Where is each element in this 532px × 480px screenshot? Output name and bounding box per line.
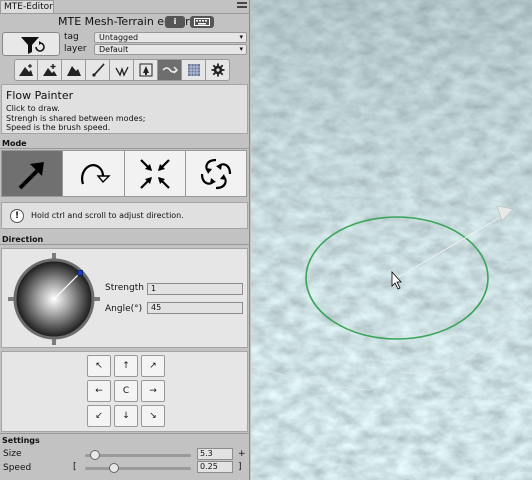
arrow-right-button[interactable]: → [141, 380, 165, 402]
strength-input[interactable]: 1 [147, 283, 243, 295]
direction-pad-box: ↖ ↑ ↗ ← C → ↙ ↓ ↘ [1, 351, 248, 432]
unity-editor-window: MTE-Editor MTE Mesh-Terrain editor i tag… [0, 0, 532, 480]
window-menu-icon[interactable] [237, 2, 247, 14]
converge-arrows-icon [139, 158, 170, 189]
hint-box: ! Hold ctrl and scroll to adjust directi… [1, 202, 248, 229]
arrow-up-button[interactable]: ↑ [114, 355, 138, 377]
size-increase-button[interactable]: + [238, 449, 246, 459]
grid-icon [187, 64, 200, 76]
section-divider [0, 148, 250, 149]
mte-editor-panel: MTE-Editor MTE Mesh-Terrain editor i tag… [0, 0, 250, 480]
tool-raise-terrain[interactable] [14, 59, 38, 81]
tool-grid[interactable] [182, 59, 206, 81]
window-tab[interactable]: MTE-Editor [0, 0, 54, 14]
mode-converge[interactable] [124, 150, 186, 197]
settings-gear-icon [211, 63, 224, 77]
tag-label: tag [64, 32, 79, 42]
tool-title: Flow Painter [6, 89, 74, 102]
angle-input[interactable]: 45 [147, 302, 243, 314]
direction-box: Strength 1 Angle(°) 45 [1, 248, 248, 348]
angle-label: Angle(°) [105, 304, 143, 314]
mode-vortex[interactable] [185, 150, 247, 197]
mode-directional[interactable] [1, 150, 64, 197]
description-line: Strengh is shared between modes; [6, 114, 146, 123]
strength-label: Strength [105, 283, 144, 293]
info-button[interactable]: i [165, 16, 185, 28]
editor-header: MTE Mesh-Terrain editor i [0, 14, 250, 30]
arrow-left-button[interactable]: ← [87, 380, 111, 402]
add-terrain-icon [42, 64, 57, 76]
paint-brush-icon [91, 63, 105, 77]
tag-dropdown[interactable]: Untagged ▾ [94, 32, 247, 43]
speed-slider-track[interactable] [85, 467, 191, 470]
tool-smooth-terrain[interactable] [62, 59, 86, 81]
arrow-down-right-button[interactable]: ↘ [141, 405, 165, 427]
terrain-shading [251, 0, 532, 480]
tool-place-trees[interactable] [134, 59, 158, 81]
section-divider [0, 244, 250, 245]
arrow-down-left-button[interactable]: ↙ [87, 405, 111, 427]
layer-value: Default [99, 45, 129, 54]
scene-view[interactable] [251, 0, 532, 480]
size-input[interactable]: 5.3 [197, 448, 233, 460]
grass-icon [114, 66, 129, 77]
speed-input[interactable]: 0.25 [197, 461, 233, 473]
section-divider [0, 433, 250, 434]
tool-settings[interactable] [206, 59, 230, 81]
tool-paint-texture[interactable] [86, 59, 110, 81]
warning-icon: ! [10, 209, 24, 223]
arrow-up-right-button[interactable]: ↗ [141, 355, 165, 377]
direction-pad: ↖ ↑ ↗ ← C → ↙ ↓ ↘ [87, 355, 165, 427]
vortex-icon [200, 158, 231, 189]
directional-arrow-icon [18, 161, 45, 189]
settings-heading: Settings [2, 436, 40, 445]
layer-dropdown[interactable]: Default ▾ [94, 44, 247, 55]
keyboard-shortcuts-button[interactable] [190, 16, 214, 28]
size-label: Size [3, 449, 22, 459]
mode-selector [1, 150, 247, 197]
mode-rotate[interactable] [63, 150, 125, 197]
mode-heading: Mode [2, 139, 27, 148]
description-line: Speed is the brush speed. [6, 123, 111, 132]
description-line: Click to draw. [6, 104, 60, 113]
tag-value: Untagged [99, 33, 139, 42]
direction-dial[interactable] [8, 253, 100, 345]
dropdown-arrow-icon: ▾ [239, 45, 243, 53]
speed-range-close: ] [238, 462, 242, 472]
size-slider-thumb[interactable] [89, 450, 100, 460]
tool-strip [14, 59, 230, 81]
arrow-up-left-button[interactable]: ↖ [87, 355, 111, 377]
smooth-terrain-icon [66, 66, 81, 76]
funnel-refresh-icon [21, 37, 45, 54]
brush-selection-button[interactable] [2, 32, 60, 56]
raise-terrain-icon [19, 64, 33, 76]
dropdown-arrow-icon: ▾ [239, 33, 243, 41]
tree-icon [139, 63, 152, 77]
speed-label: Speed [3, 463, 32, 473]
tool-paint-grass[interactable] [110, 59, 134, 81]
layer-label: layer [64, 44, 87, 54]
speed-slider-thumb[interactable] [109, 463, 119, 473]
direction-heading: Direction [2, 235, 44, 244]
tool-add-terrain[interactable] [38, 59, 62, 81]
arrow-down-button[interactable]: ↓ [114, 405, 138, 427]
flow-painter-icon [161, 66, 178, 74]
keyboard-icon [194, 18, 210, 26]
center-button[interactable]: C [114, 380, 138, 402]
terrain-viewport[interactable] [251, 0, 532, 480]
tool-description-box: Flow Painter Click to draw. Strengh is s… [1, 84, 248, 134]
speed-range-open: [ [73, 462, 77, 472]
hint-text: Hold ctrl and scroll to adjust direction… [31, 211, 184, 220]
rotate-arrow-icon [81, 163, 112, 184]
size-slider-track[interactable] [85, 454, 191, 457]
tool-flow-painter[interactable] [158, 59, 182, 81]
